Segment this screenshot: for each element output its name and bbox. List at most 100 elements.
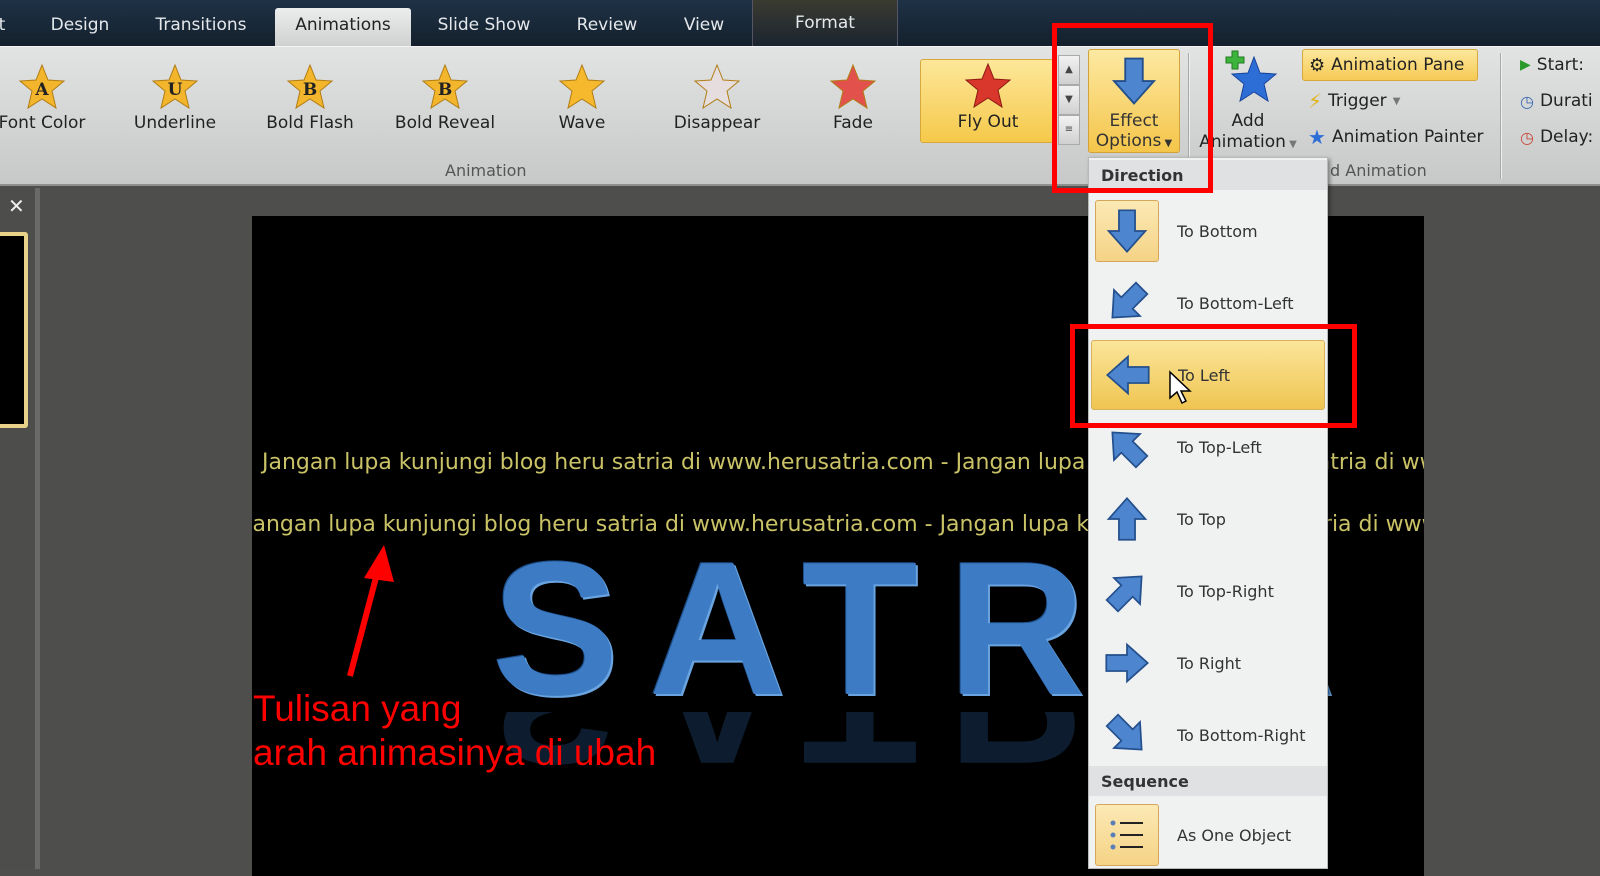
direction-item-label: To Right — [1177, 653, 1242, 673]
tab-review[interactable]: Review — [562, 8, 652, 46]
direction-item-to-bottom-left[interactable]: To Bottom-Left — [1091, 268, 1325, 338]
ribbon-tab-bar: t Design Transitions Animations Slide Sh… — [0, 0, 1600, 46]
svg-text:U: U — [168, 80, 183, 100]
gallery-item-label: Underline — [133, 113, 217, 133]
star-fade-icon — [829, 63, 877, 110]
direction-item-to-right[interactable]: To Right — [1091, 628, 1325, 698]
lightning-icon: ⚡ — [1308, 89, 1323, 113]
dropdown-caret-icon: ▼ — [1161, 138, 1173, 149]
star-disappear-icon — [693, 63, 741, 110]
gallery-item-label: Wave — [558, 113, 606, 133]
animation-painter-icon: ★ — [1308, 125, 1326, 149]
arrow-down-left-icon — [1111, 281, 1149, 319]
sequence-header: Sequence — [1089, 766, 1327, 796]
gallery-more[interactable]: ≡ — [1058, 115, 1080, 145]
animation-painter-button[interactable]: ★ Animation Painter — [1302, 121, 1490, 153]
star-font-color-icon: A — [18, 63, 66, 110]
gallery-item-font-color[interactable]: A Font Color — [0, 61, 102, 151]
group-label-advanced-animation: d Animation — [1330, 161, 1427, 180]
gallery-item-label: Font Color — [0, 113, 86, 133]
direction-item-to-top[interactable]: To Top — [1091, 484, 1325, 554]
direction-item-to-top-right[interactable]: To Top-Right — [1091, 556, 1325, 626]
gallery-item-fade[interactable]: Fade — [793, 61, 913, 151]
arrow-up-right-icon — [1105, 575, 1143, 613]
add-animation-label-2: Animation — [1199, 132, 1286, 152]
play-icon: ▶ — [1520, 57, 1531, 73]
add-animation-button[interactable]: Add Animation ▼ — [1196, 49, 1300, 153]
tab-transitions[interactable]: Transitions — [140, 8, 262, 46]
mouse-cursor-icon — [1169, 370, 1192, 405]
effect-options-label-1: Effect — [1109, 111, 1159, 131]
annotation-text-1: Tulisan yang — [253, 688, 462, 729]
gallery-item-label: Fly Out — [957, 112, 1019, 132]
gallery-item-label: Fade — [833, 113, 873, 133]
close-pane-icon[interactable]: ✕ — [8, 194, 25, 218]
animation-pane-button[interactable]: ⚙ Animation Pane — [1302, 49, 1478, 81]
start-field[interactable]: ▶ Start: — [1514, 49, 1590, 81]
arrow-down-icon — [1111, 57, 1157, 105]
direction-item-label: To Top-Right — [1177, 581, 1274, 601]
animation-pane-icon: ⚙ — [1309, 54, 1326, 76]
tab-insert[interactable]: t — [0, 8, 10, 46]
direction-item-label: To Bottom — [1177, 221, 1258, 241]
svg-text:A: A — [34, 80, 49, 100]
clock-icon: ◷ — [1520, 91, 1534, 111]
gallery-item-wave[interactable]: Wave — [522, 61, 642, 151]
annotation-arrow — [347, 545, 394, 677]
sequence-item-label: As One Object — [1177, 825, 1292, 845]
direction-item-label: To Bottom-Right — [1177, 725, 1306, 745]
animation-painter-label: Animation Painter — [1331, 127, 1484, 147]
direction-item-to-bottom-right[interactable]: To Bottom-Right — [1091, 700, 1325, 770]
effect-options-label-2: Options — [1095, 131, 1162, 151]
start-label: Start: — [1536, 55, 1585, 75]
delay-field[interactable]: ◷ Delay: — [1514, 121, 1599, 153]
tab-format[interactable]: Format — [752, 0, 898, 46]
star-fly-out-icon — [964, 62, 1012, 109]
gallery-item-label: Disappear — [673, 113, 761, 133]
slide-thumbnail[interactable] — [0, 232, 28, 428]
direction-item-label: To Top — [1177, 509, 1226, 529]
tab-animations[interactable]: Animations — [275, 8, 411, 46]
direction-header: Direction — [1089, 160, 1327, 190]
duration-field[interactable]: ◷ Durati — [1514, 85, 1599, 117]
arrow-right-icon — [1105, 642, 1149, 684]
star-bold-flash-icon: B — [286, 63, 334, 110]
sequence-item-as-one-object[interactable]: As One Object — [1091, 800, 1325, 870]
trigger-label: Trigger — [1328, 91, 1387, 111]
animation-pane-label: Animation Pane — [1331, 55, 1465, 75]
group-label-animation: Animation — [445, 161, 527, 180]
slides-pane: ✕ — [0, 188, 40, 869]
gallery-item-fly-out[interactable]: Fly Out — [920, 59, 1056, 143]
annotation-text-2: arah animasinya di ubah — [253, 732, 657, 773]
add-star-icon — [1225, 50, 1278, 103]
effect-options-button[interactable]: Effect Options ▼ — [1088, 49, 1180, 153]
direction-item-label: To Top-Left — [1177, 437, 1262, 457]
arrow-down-right-icon — [1105, 713, 1143, 751]
delay-clock-icon: ◷ — [1520, 127, 1534, 147]
gallery-item-bold-reveal[interactable]: B Bold Reveal — [385, 61, 505, 151]
trigger-button[interactable]: ⚡ Trigger ▼ — [1302, 85, 1406, 117]
gallery-item-label: Bold Reveal — [394, 113, 496, 133]
direction-item-label: To Bottom-Left — [1177, 293, 1294, 313]
arrow-down-icon — [1106, 209, 1148, 253]
tab-view[interactable]: View — [666, 8, 742, 46]
gallery-item-underline[interactable]: U Underline — [115, 61, 235, 151]
star-underline-icon: U — [151, 63, 199, 110]
gallery-scroll-down[interactable]: ▼ — [1058, 85, 1080, 115]
gallery-item-bold-flash[interactable]: B Bold Flash — [250, 61, 370, 151]
tab-design[interactable]: Design — [34, 8, 126, 46]
arrow-left-icon — [1106, 354, 1150, 396]
duration-label: Durati — [1539, 91, 1593, 111]
arrow-up-icon — [1106, 497, 1148, 541]
gallery-item-disappear[interactable]: Disappear — [657, 61, 777, 151]
svg-text:B: B — [303, 80, 317, 100]
direction-item-to-bottom[interactable]: To Bottom — [1091, 196, 1325, 266]
direction-item-to-top-left[interactable]: To Top-Left — [1091, 412, 1325, 482]
gallery-scroll-up[interactable]: ▲ — [1058, 55, 1080, 85]
list-icon — [1110, 820, 1143, 850]
tab-slide-show[interactable]: Slide Show — [424, 8, 544, 46]
direction-item-to-left[interactable]: To Left — [1091, 340, 1325, 410]
svg-text:B: B — [438, 80, 452, 100]
delay-label: Delay: — [1539, 127, 1594, 147]
effect-options-dropdown: Direction To Bottom To Bottom-Left To Left T… — [1088, 157, 1328, 869]
